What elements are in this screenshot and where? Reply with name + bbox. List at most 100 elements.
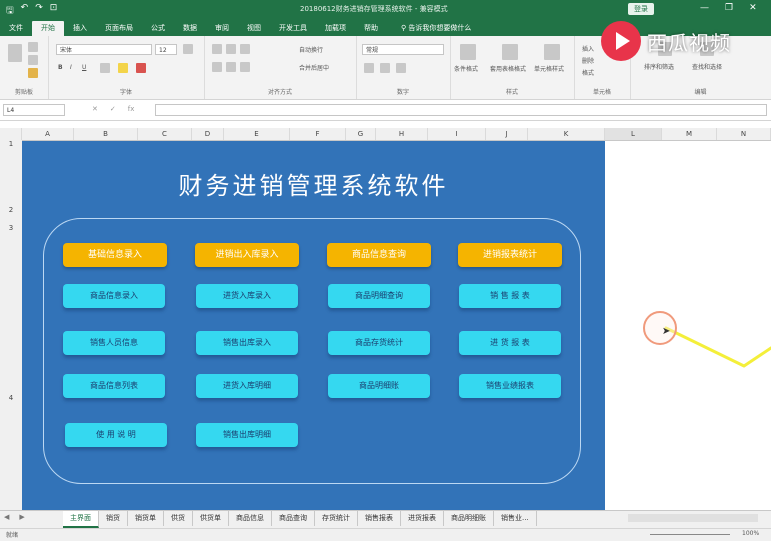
tab-page-layout[interactable]: 页面布局 [96,21,142,36]
sales-staff-info-button[interactable]: 销售人员信息 [63,331,165,355]
format-cells-button[interactable]: 格式 [582,68,594,77]
delete-cells-button[interactable]: 删除 [582,56,594,65]
column-header[interactable]: F [290,128,346,140]
tab-file[interactable]: 文件 [0,21,32,36]
find-select-button[interactable]: 查找和选择 [692,62,722,71]
enter-icon[interactable]: ✓ [110,105,116,113]
wrap-text-button[interactable]: 自动换行 [299,45,323,54]
sheet-tab[interactable]: 主界面 [63,511,99,528]
format-painter-icon[interactable] [28,68,38,78]
redo-icon[interactable]: ↷ [35,3,43,19]
column-header[interactable]: D [192,128,224,140]
align-middle-icon[interactable] [226,44,236,54]
column-header[interactable]: E [224,128,290,140]
tab-formulas[interactable]: 公式 [142,21,174,36]
column-header[interactable]: J [486,128,528,140]
conditional-format-button[interactable]: 条件格式 [454,64,478,73]
font-size-select[interactable]: 12 [155,44,177,55]
row-header[interactable]: 1 [0,140,22,148]
sheet-tab[interactable]: 商品信息 [229,511,272,526]
sales-outbound-detail-button[interactable]: 销售出库明细 [196,423,298,447]
sheet-tab[interactable]: 进货报表 [401,511,444,526]
purchase-entry-button[interactable]: 进货入库录入 [196,284,298,308]
column-header[interactable]: K [528,128,605,140]
align-top-icon[interactable] [212,44,222,54]
inventory-stats-button[interactable]: 商品存货统计 [328,331,430,355]
product-list-button[interactable]: 商品信息列表 [63,374,165,398]
sales-performance-report-button[interactable]: 销售业绩报表 [459,374,561,398]
cut-icon[interactable] [28,42,38,52]
zoom-slider[interactable] [650,534,730,535]
user-guide-button[interactable]: 使 用 说 明 [65,423,167,447]
sheet-tab[interactable]: 销售报表 [358,511,401,526]
font-name-select[interactable]: 宋体 [56,44,152,55]
column-header[interactable]: M [662,128,717,140]
italic-icon[interactable]: I [70,64,72,71]
sales-outbound-entry-button[interactable]: 销售出库录入 [196,331,298,355]
restore-button[interactable]: ❐ [725,3,733,13]
sheet-tab[interactable]: 销货单 [128,511,164,526]
product-info-entry-button[interactable]: 商品信息录入 [63,284,165,308]
fx-icon[interactable]: fx [128,105,135,113]
tell-me-search[interactable]: ⚲ 告诉我你想要做什么 [401,21,471,36]
column-header[interactable]: H [376,128,428,140]
column-header[interactable]: C [138,128,192,140]
column-header[interactable]: I [428,128,486,140]
header-stock-entry[interactable]: 进销出入库录入 [195,243,299,267]
border-icon[interactable] [100,63,110,73]
tab-review[interactable]: 审阅 [206,21,238,36]
table-format-button[interactable]: 套用表格格式 [490,64,526,73]
row-header[interactable]: 2 [0,206,22,214]
currency-icon[interactable] [364,63,374,73]
align-left-icon[interactable] [212,62,222,72]
sheet-tab[interactable]: 供货 [164,511,193,526]
header-basic-info[interactable]: 基础信息录入 [63,243,167,267]
align-center-icon[interactable] [226,62,236,72]
prev-sheet-icon[interactable]: ◀ [4,513,9,521]
close-button[interactable]: ✕ [749,3,757,13]
column-header[interactable]: L [605,128,662,140]
tab-developer[interactable]: 开发工具 [270,21,316,36]
cancel-icon[interactable]: ✕ [92,105,98,113]
bold-icon[interactable]: B [58,64,63,71]
grow-font-icon[interactable] [183,44,193,54]
comma-icon[interactable] [396,63,406,73]
header-report-stats[interactable]: 进销报表统计 [458,243,562,267]
cell-style-icon[interactable] [544,44,560,60]
tab-view[interactable]: 视图 [238,21,270,36]
fill-color-icon[interactable] [118,63,128,73]
sheet-tab[interactable]: 存货统计 [315,511,358,526]
font-color-icon[interactable] [136,63,146,73]
sheet-tab[interactable]: 销售业... [494,511,537,526]
undo-icon[interactable]: ↶ [21,3,29,19]
align-bottom-icon[interactable] [240,44,250,54]
paste-icon[interactable] [8,44,22,62]
product-ledger-button[interactable]: 商品明细账 [328,374,430,398]
sheet-tab[interactable]: 商品明细账 [444,511,494,526]
horizontal-scrollbar[interactable] [628,514,758,522]
sheet-tab[interactable]: 供货单 [193,511,229,526]
tab-home[interactable]: 开始 [32,21,64,36]
tab-data[interactable]: 数据 [174,21,206,36]
column-header[interactable]: B [74,128,138,140]
name-box[interactable]: L4 [3,104,65,116]
sheet-tab[interactable]: 商品查询 [272,511,315,526]
preview-icon[interactable]: ⊡ [50,3,58,19]
sheet-tab[interactable]: 销货 [99,511,128,526]
row-header[interactable]: 4 [0,394,22,402]
align-right-icon[interactable] [240,62,250,72]
purchase-report-button[interactable]: 进 货 报 表 [459,331,561,355]
save-icon[interactable]: 🖫 [6,3,14,19]
merge-center-button[interactable]: 合并后居中 [299,63,329,72]
tab-insert[interactable]: 插入 [64,21,96,36]
tab-addins[interactable]: 加载项 [316,21,355,36]
product-detail-query-button[interactable]: 商品明细查询 [328,284,430,308]
formula-input[interactable] [155,104,767,116]
select-all-corner[interactable] [0,128,22,140]
copy-icon[interactable] [28,55,38,65]
number-format-select[interactable]: 常规 [362,44,444,55]
underline-icon[interactable]: U [82,64,86,71]
row-header[interactable]: 3 [0,224,22,232]
column-header[interactable]: A [22,128,74,140]
next-sheet-icon[interactable]: ▶ [19,513,24,521]
